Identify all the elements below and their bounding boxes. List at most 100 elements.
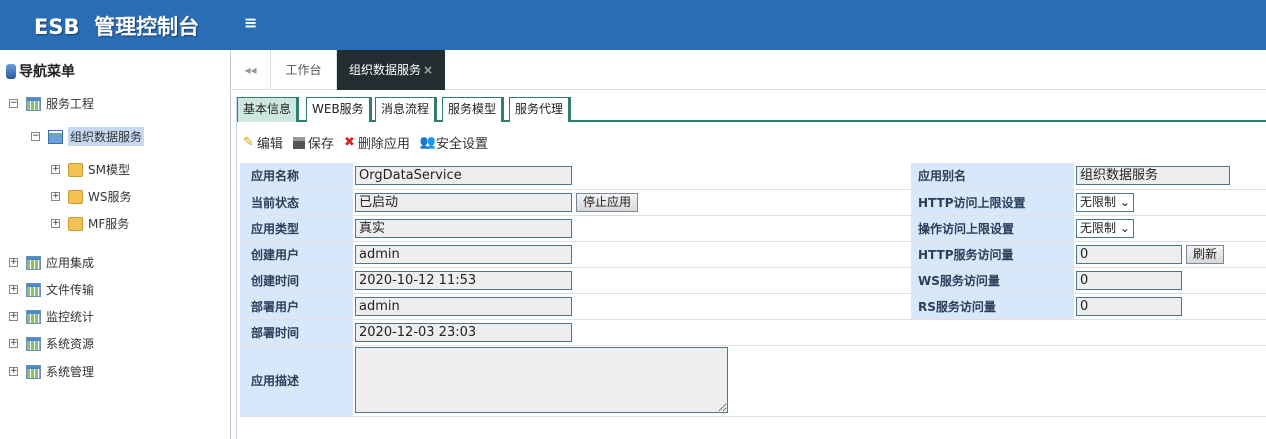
expand-icon[interactable]: + xyxy=(51,219,60,228)
creator-field[interactable]: admin xyxy=(355,244,572,264)
ws-count-field: 0 xyxy=(1076,270,1182,290)
tree-label: 组织数据服务 xyxy=(68,127,145,146)
expand-icon[interactable]: + xyxy=(9,339,18,348)
label: RS服务访问量 xyxy=(911,293,1074,320)
label: 应用描述 xyxy=(240,345,353,417)
app-name-field[interactable]: OrgDataService xyxy=(355,166,572,186)
label: 创建时间 xyxy=(240,267,353,294)
collapse-icon[interactable]: − xyxy=(9,99,18,108)
grid-icon xyxy=(26,364,41,379)
tree-item-file-transfer[interactable]: + 文件传输 xyxy=(9,281,94,298)
tree-item-org-data-service[interactable]: − 组织数据服务 xyxy=(31,127,145,146)
deployer-field[interactable]: admin xyxy=(355,296,572,316)
tree-item-sm-model[interactable]: + SM模型 xyxy=(51,161,130,178)
subtab-service-model[interactable]: 服务模型 xyxy=(442,97,505,122)
chevron-down-icon: ⌄ xyxy=(1119,194,1130,209)
tab-scroll-back-icon[interactable]: ◂◂ xyxy=(231,50,271,90)
deployed-time-field[interactable]: 2020-12-03 23:03 xyxy=(355,322,572,342)
close-icon[interactable]: × xyxy=(423,63,433,77)
tree-item-app-integration[interactable]: + 应用集成 xyxy=(9,254,94,271)
content-panel: 基本信息 WEB服务 消息流程 服务模型 服务代理 ✎ 编辑 保存 ✖ 删除应用 👥… xyxy=(236,97,1266,439)
label: 当前状态 xyxy=(240,189,353,216)
description-textarea[interactable] xyxy=(355,346,728,413)
tree-label: SM模型 xyxy=(88,163,130,177)
tree-label: MF服务 xyxy=(88,217,130,231)
floppy-icon xyxy=(292,136,305,149)
collapse-icon[interactable]: − xyxy=(31,132,40,141)
label: HTTP访问上限设置 xyxy=(911,189,1074,216)
nav-title-text: 导航菜单 xyxy=(19,64,75,80)
rs-count-field: 0 xyxy=(1076,296,1182,316)
tree-item-service-project[interactable]: − 服务工程 xyxy=(9,95,94,112)
delete-label: 删除应用 xyxy=(357,137,410,152)
expand-icon[interactable]: + xyxy=(9,258,18,267)
app-title: ESB 管理控制台 xyxy=(34,15,200,39)
chevron-down-icon: ⌄ xyxy=(1119,220,1130,235)
tree-item-mf-service[interactable]: + MF服务 xyxy=(51,215,129,232)
status-field: 已启动 xyxy=(355,192,572,212)
label: 部署用户 xyxy=(240,293,353,320)
expand-icon[interactable]: + xyxy=(9,312,18,321)
expand-icon[interactable]: + xyxy=(9,285,18,294)
tab-bar: ◂◂ 工作台 组织数据服务 × xyxy=(231,50,1266,90)
type-field[interactable]: 真实 xyxy=(355,218,572,238)
security-settings-button[interactable]: 👥 安全设置 xyxy=(420,133,488,152)
label: HTTP服务访问量 xyxy=(911,241,1074,268)
toolbar: ✎ 编辑 保存 ✖ 删除应用 👥 安全设置 xyxy=(243,133,488,152)
delete-x-icon: ✖ xyxy=(343,135,355,150)
subtab-service-proxy[interactable]: 服务代理 xyxy=(509,97,572,122)
app-info-form: 应用名称 OrgDataService 应用别名 组织数据服务 当前状态 已启动 停止应用… xyxy=(240,163,1266,417)
tree-item-monitoring[interactable]: + 监控统计 xyxy=(9,308,94,325)
label: 部署时间 xyxy=(240,319,353,346)
folder-gear-icon xyxy=(68,189,83,204)
subtab-web-service[interactable]: WEB服务 xyxy=(306,97,372,122)
tree-item-system-resources[interactable]: + 系统资源 xyxy=(9,335,94,352)
nav-title: 导航菜单 xyxy=(6,61,75,81)
alias-field[interactable]: 组织数据服务 xyxy=(1076,166,1230,186)
sidebar: 导航菜单 − 服务工程 − 组织数据服务 + SM模型 + WS服务 + MF服务 + 应用… xyxy=(0,50,231,439)
select-value: 无限制 xyxy=(1080,220,1117,235)
http-count-field: 0 xyxy=(1076,244,1182,264)
grid-icon xyxy=(26,96,41,111)
tree-item-ws-service[interactable]: + WS服务 xyxy=(51,188,131,205)
delete-app-button[interactable]: ✖ 删除应用 xyxy=(344,133,410,152)
label: 应用名称 xyxy=(240,163,353,190)
tree-label: 系统资源 xyxy=(46,337,95,351)
expand-icon[interactable]: + xyxy=(51,165,60,174)
security-label: 安全设置 xyxy=(436,137,489,152)
grid-icon xyxy=(26,282,41,297)
tree-label: 监控统计 xyxy=(46,310,95,324)
tab-org-data-service[interactable]: 组织数据服务 × xyxy=(337,50,445,90)
tree-label: WS服务 xyxy=(88,190,132,204)
tab-workbench[interactable]: 工作台 xyxy=(271,50,337,90)
refresh-button[interactable]: 刷新 xyxy=(1186,244,1225,264)
label: 操作访问上限设置 xyxy=(911,215,1074,242)
expand-icon[interactable]: + xyxy=(51,192,60,201)
stop-app-button[interactable]: 停止应用 xyxy=(576,192,639,212)
created-time-field[interactable]: 2020-10-12 11:53 xyxy=(355,270,572,290)
expand-icon[interactable]: + xyxy=(9,367,18,376)
subtab-message-flow[interactable]: 消息流程 xyxy=(375,97,438,122)
save-button[interactable]: 保存 xyxy=(292,133,334,152)
http-limit-select[interactable]: 无限制 ⌄ xyxy=(1076,192,1134,212)
pencil-icon: ✎ xyxy=(243,135,254,150)
select-value: 无限制 xyxy=(1080,194,1117,209)
op-limit-select[interactable]: 无限制 ⌄ xyxy=(1076,218,1134,238)
tab-label: 组织数据服务 xyxy=(348,63,421,77)
save-label: 保存 xyxy=(307,137,334,152)
users-icon: 👥 xyxy=(419,135,437,150)
tree-label: 文件传输 xyxy=(46,283,95,297)
grid-icon xyxy=(26,336,41,351)
tree-item-system-admin[interactable]: + 系统管理 xyxy=(9,363,94,380)
edit-label: 编辑 xyxy=(256,137,283,152)
sub-tabs: 基本信息 WEB服务 消息流程 服务模型 服务代理 xyxy=(237,97,1266,122)
subtab-basic-info[interactable]: 基本信息 xyxy=(237,97,300,122)
edit-button[interactable]: ✎ 编辑 xyxy=(243,133,283,152)
menu-toggle-icon[interactable]: ≡ xyxy=(244,13,257,32)
top-header: ESB 管理控制台 ≡ xyxy=(0,0,1266,50)
label: 应用别名 xyxy=(911,163,1074,190)
label: WS服务访问量 xyxy=(911,267,1074,294)
database-icon xyxy=(6,63,16,79)
window-icon xyxy=(48,129,63,144)
tree-label: 系统管理 xyxy=(46,365,95,379)
